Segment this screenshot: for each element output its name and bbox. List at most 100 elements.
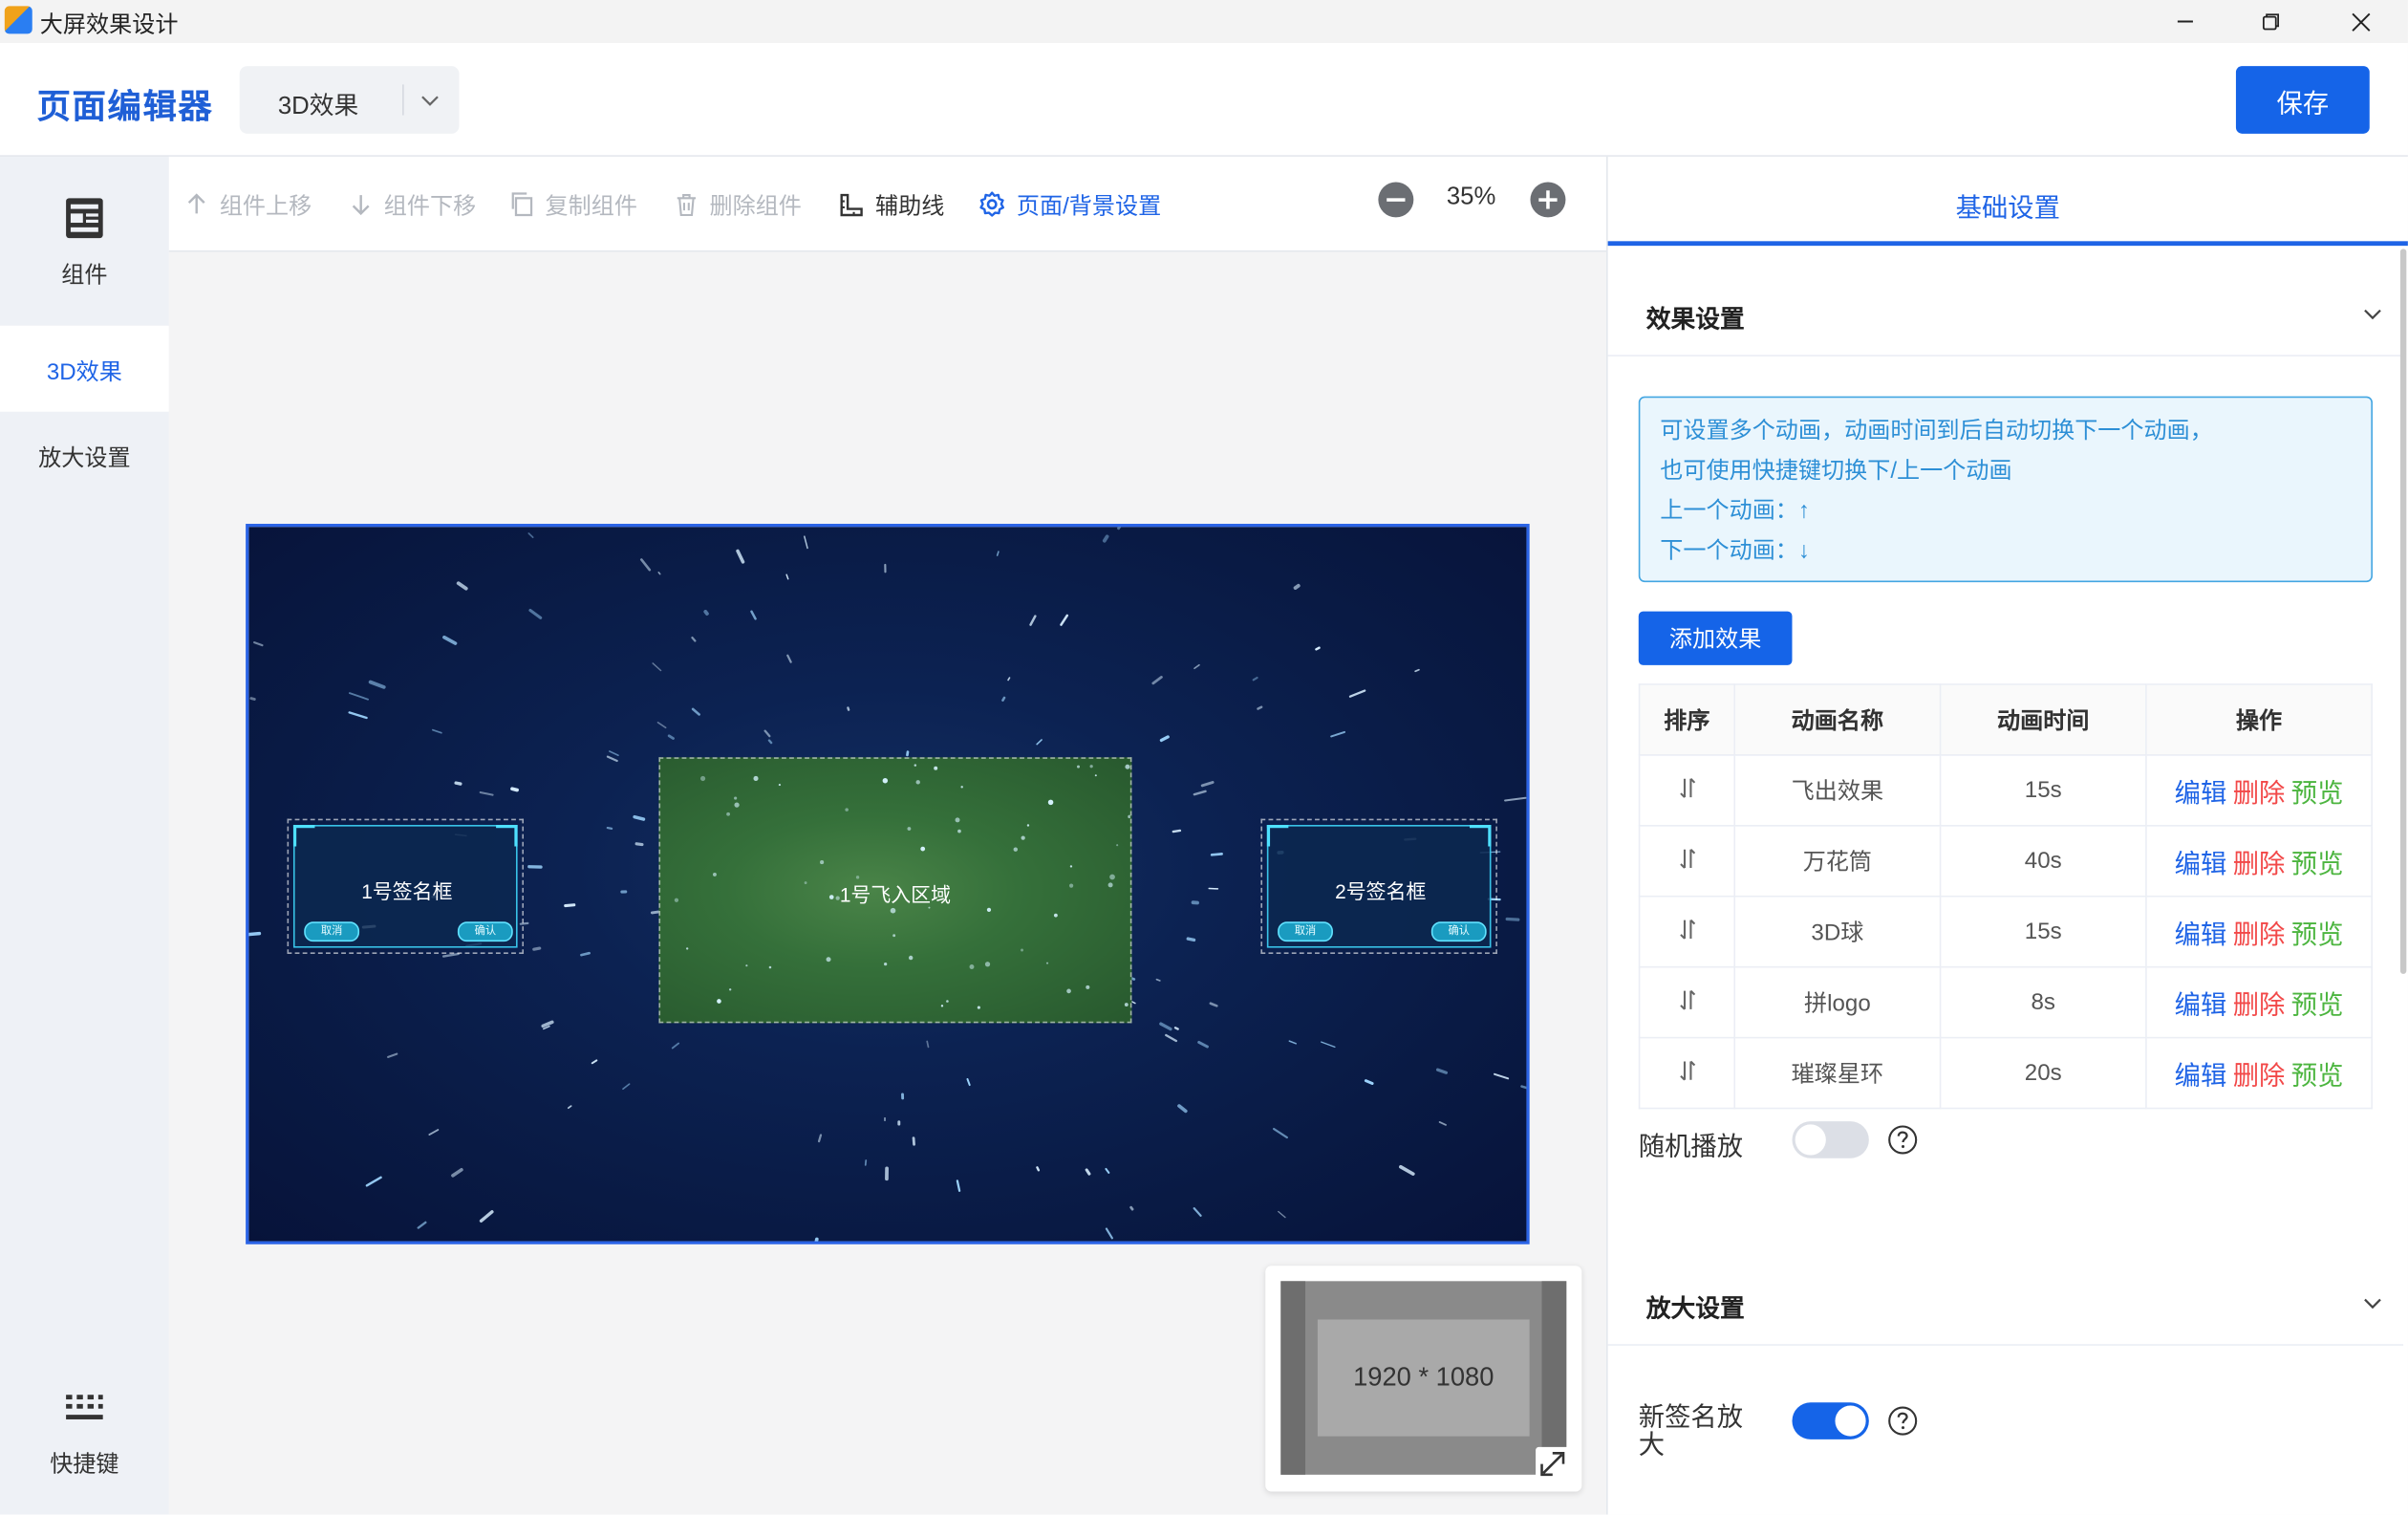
preview-link[interactable]: 预览 bbox=[2291, 850, 2344, 879]
random-play-label: 随机播放 bbox=[1639, 1124, 1743, 1162]
star-streak bbox=[569, 1106, 571, 1108]
delete-link[interactable]: 删除 bbox=[2233, 920, 2286, 950]
star-streak bbox=[1008, 678, 1009, 680]
particle bbox=[957, 830, 961, 833]
edit-link[interactable]: 编辑 bbox=[2175, 920, 2227, 950]
add-effect-button[interactable]: 添加效果 bbox=[1639, 612, 1793, 665]
animation-time-cell: 15s bbox=[1941, 755, 2146, 826]
edit-link[interactable]: 编辑 bbox=[2175, 779, 2227, 809]
new-sign-zoom-switch[interactable] bbox=[1792, 1402, 1868, 1439]
confirm-button[interactable]: 确认 bbox=[1431, 921, 1487, 941]
preview-link[interactable]: 预览 bbox=[2291, 920, 2344, 950]
move-down-button[interactable]: 组件下移 bbox=[349, 187, 476, 221]
cancel-button[interactable]: 取消 bbox=[1278, 921, 1333, 941]
sidebar-item-components[interactable]: 组件 bbox=[0, 157, 169, 326]
preview-link[interactable]: 预览 bbox=[2291, 1062, 2344, 1092]
star-streak bbox=[1505, 798, 1525, 801]
app-icon bbox=[5, 6, 32, 33]
page-background-settings-button[interactable]: 页面/背景设置 bbox=[978, 187, 1162, 221]
delete-component-button[interactable]: 删除组件 bbox=[675, 187, 802, 221]
canvas-workspace[interactable]: 1号签名框 取消 确认 1号飞入区域 2号签名框 取消 确认 bbox=[169, 252, 1606, 1515]
minimize-button[interactable] bbox=[2150, 0, 2221, 43]
expand-icon[interactable] bbox=[1536, 1447, 1569, 1481]
sign-frame-label: 1号签名框 bbox=[295, 876, 520, 905]
star-streak bbox=[765, 731, 770, 736]
minimap-viewport[interactable]: 1920 * 1080 bbox=[1318, 1319, 1530, 1436]
random-play-switch[interactable] bbox=[1792, 1121, 1868, 1158]
star-streak bbox=[543, 1022, 551, 1026]
move-up-button[interactable]: 组件上移 bbox=[184, 187, 312, 221]
delete-link[interactable]: 删除 bbox=[2233, 850, 2286, 879]
close-button[interactable] bbox=[2325, 0, 2396, 43]
sort-handle[interactable] bbox=[1640, 897, 1735, 967]
delete-link[interactable]: 删除 bbox=[2233, 779, 2286, 809]
star-streak bbox=[705, 612, 707, 614]
minimap-edge bbox=[1542, 1281, 1567, 1474]
table-header-row: 排序 动画名称 动画时间 操作 bbox=[1640, 684, 2373, 755]
guides-button[interactable]: 辅助线 bbox=[838, 187, 944, 221]
particle bbox=[920, 847, 925, 852]
screen-stage[interactable]: 1号签名框 取消 确认 1号飞入区域 2号签名框 取消 确认 bbox=[246, 524, 1530, 1244]
sort-handle[interactable] bbox=[1640, 967, 1735, 1038]
particle bbox=[1046, 963, 1048, 964]
star-streak bbox=[1438, 1070, 1447, 1072]
preview-link[interactable]: 预览 bbox=[2291, 779, 2344, 809]
left-sidebar: 组件 3D效果 放大设置 快捷键 bbox=[0, 157, 169, 1515]
delete-link[interactable]: 删除 bbox=[2233, 1062, 2286, 1092]
effect-settings-header[interactable]: 效果设置 bbox=[1608, 271, 2403, 357]
delete-link[interactable]: 删除 bbox=[2233, 991, 2286, 1021]
minimap[interactable]: 1920 * 1080 bbox=[1265, 1266, 1581, 1491]
restore-icon bbox=[2262, 12, 2280, 31]
sidebar-item-shortcuts[interactable]: 快捷键 bbox=[0, 1374, 169, 1497]
effect-type-select[interactable]: 3D效果 bbox=[240, 66, 460, 134]
particle bbox=[1095, 774, 1097, 776]
delete-label: 删除组件 bbox=[709, 188, 801, 221]
star-streak bbox=[1279, 1212, 1285, 1218]
edit-link[interactable]: 编辑 bbox=[2175, 991, 2227, 1021]
particle bbox=[1090, 765, 1093, 768]
zoom-in-button[interactable] bbox=[1530, 182, 1567, 219]
fly-in-area-1[interactable]: 1号飞入区域 bbox=[658, 757, 1131, 1023]
sort-handle[interactable] bbox=[1640, 755, 1735, 826]
panel-scrollbar[interactable] bbox=[2400, 249, 2406, 974]
particle bbox=[717, 999, 721, 1004]
sort-handle[interactable] bbox=[1640, 826, 1735, 897]
help-icon[interactable] bbox=[1887, 1124, 1918, 1155]
tip-line: 可设置多个动画，动画时间到后自动切换下一个动画， bbox=[1660, 413, 2213, 445]
copy-component-button[interactable]: 复制组件 bbox=[510, 187, 637, 221]
preview-link[interactable]: 预览 bbox=[2291, 991, 2344, 1021]
star-streak bbox=[512, 789, 517, 790]
zoom-settings-header[interactable]: 放大设置 bbox=[1608, 1260, 2403, 1346]
restore-button[interactable] bbox=[2236, 0, 2307, 43]
save-button[interactable]: 保存 bbox=[2236, 66, 2370, 134]
cancel-button[interactable]: 取消 bbox=[304, 921, 359, 941]
animation-time-cell: 15s bbox=[1941, 897, 2146, 967]
star-streak bbox=[1037, 1167, 1038, 1170]
star-streak bbox=[692, 638, 695, 640]
trash-icon bbox=[675, 192, 699, 217]
confirm-button[interactable]: 确认 bbox=[458, 921, 513, 941]
star-streak bbox=[1211, 1004, 1216, 1006]
column-header: 动画名称 bbox=[1734, 684, 1940, 755]
sort-handle[interactable] bbox=[1640, 1038, 1735, 1109]
sidebar-item-3d-effect[interactable]: 3D效果 bbox=[0, 326, 169, 412]
star-streak bbox=[738, 551, 742, 561]
zoom-out-button[interactable] bbox=[1378, 182, 1415, 219]
particle bbox=[1125, 1003, 1129, 1006]
help-icon[interactable] bbox=[1887, 1405, 1918, 1436]
particle bbox=[1014, 848, 1018, 852]
sign-frame-1[interactable]: 1号签名框 取消 确认 bbox=[288, 819, 524, 954]
app-header: 页面编辑器 3D效果 保存 bbox=[0, 43, 2408, 157]
sort-icon bbox=[1675, 775, 1700, 800]
table-row: 拼logo8s编辑删除预览 bbox=[1640, 967, 2373, 1038]
tab-basic-settings[interactable]: 基础设置 bbox=[1608, 157, 2408, 246]
star-streak bbox=[350, 693, 368, 700]
tip-line: 也可使用快捷键切换下/上一个动画 bbox=[1660, 453, 2011, 486]
sign-frame-2[interactable]: 2号签名框 取消 确认 bbox=[1260, 819, 1496, 954]
column-header: 排序 bbox=[1640, 684, 1735, 755]
edit-link[interactable]: 编辑 bbox=[2175, 1062, 2227, 1092]
animation-name-cell: 3D球 bbox=[1734, 897, 1940, 967]
sidebar-item-zoom-settings[interactable]: 放大设置 bbox=[0, 412, 169, 498]
edit-link[interactable]: 编辑 bbox=[2175, 850, 2227, 879]
star-streak bbox=[1105, 536, 1107, 540]
